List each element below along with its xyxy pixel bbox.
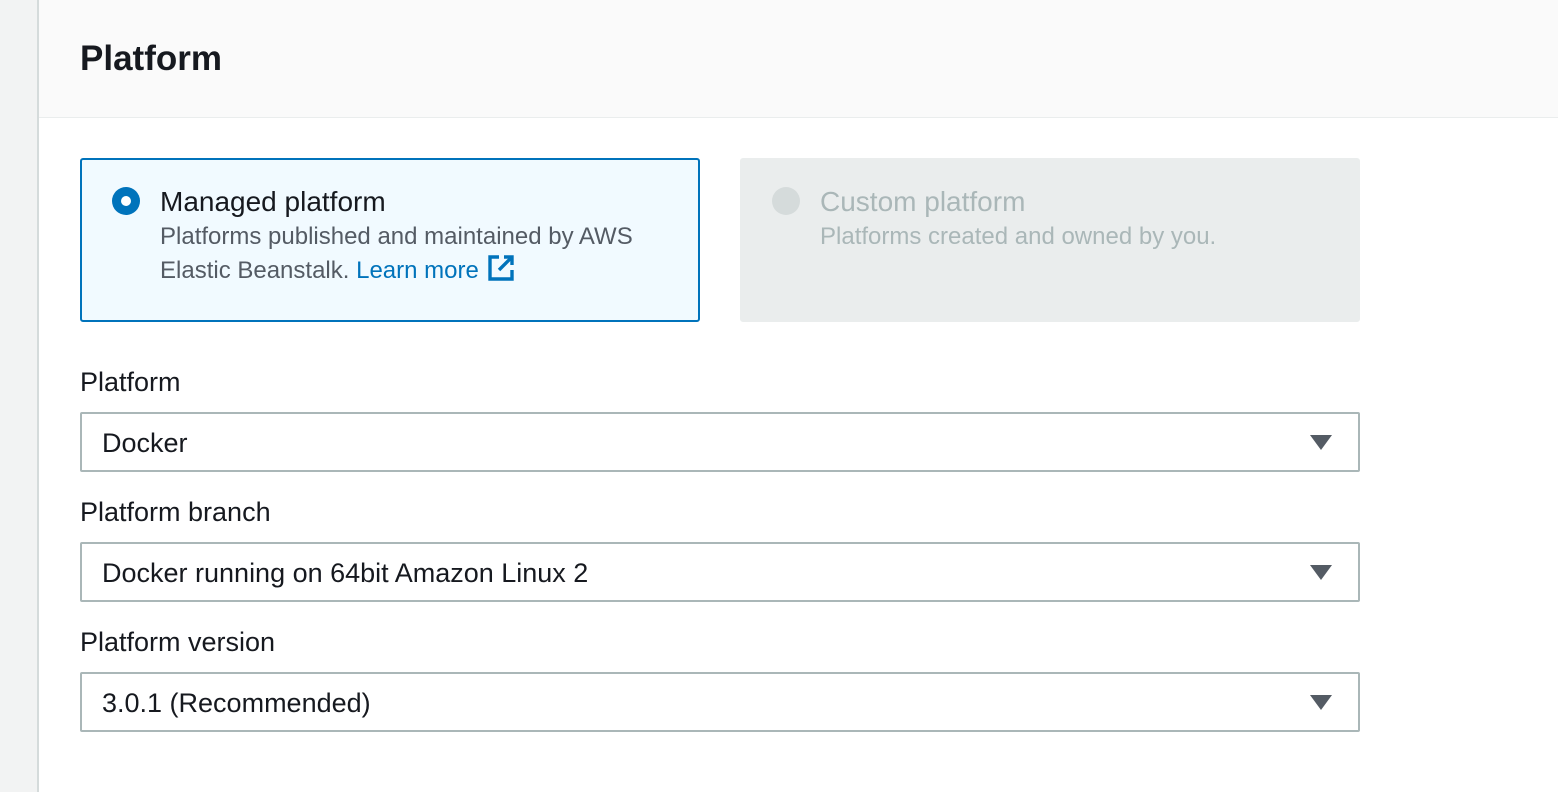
platform-select-value: Docker: [102, 428, 188, 458]
managed-platform-radio[interactable]: [112, 187, 140, 215]
learn-more-link[interactable]: Learn more: [356, 255, 515, 284]
platform-version-label: Platform version: [80, 627, 276, 657]
platform-version-select[interactable]: 3.0.1 (Recommended): [80, 672, 1360, 732]
caret-down-icon: [1310, 695, 1332, 710]
managed-platform-title: Managed platform: [160, 186, 386, 217]
custom-platform-tile: Custom platform Platforms created and ow…: [740, 158, 1360, 322]
platform-branch-label: Platform branch: [80, 497, 271, 527]
external-link-icon: [488, 255, 514, 281]
panel-title: Platform: [80, 39, 222, 78]
caret-down-icon: [1310, 565, 1332, 580]
managed-platform-tile[interactable]: Managed platform Platforms published and…: [80, 158, 700, 322]
custom-platform-title: Custom platform: [820, 186, 1026, 217]
platform-panel: Platform Managed platform Platforms publ…: [39, 0, 1558, 792]
platform-select[interactable]: Docker: [80, 412, 1360, 472]
custom-platform-radio: [772, 187, 800, 215]
learn-more-label: Learn more: [356, 257, 479, 284]
caret-down-icon: [1310, 435, 1332, 450]
panel-header: Platform: [39, 0, 1558, 118]
platform-label: Platform: [80, 367, 181, 397]
platform-branch-select-value: Docker running on 64bit Amazon Linux 2: [102, 558, 589, 588]
managed-platform-description: Platforms published and maintained by AW…: [160, 220, 680, 288]
custom-platform-description: Platforms created and owned by you.: [820, 223, 1217, 250]
left-gutter: [0, 0, 39, 792]
platform-version-select-value: 3.0.1 (Recommended): [102, 688, 371, 718]
platform-branch-select[interactable]: Docker running on 64bit Amazon Linux 2: [80, 542, 1360, 602]
